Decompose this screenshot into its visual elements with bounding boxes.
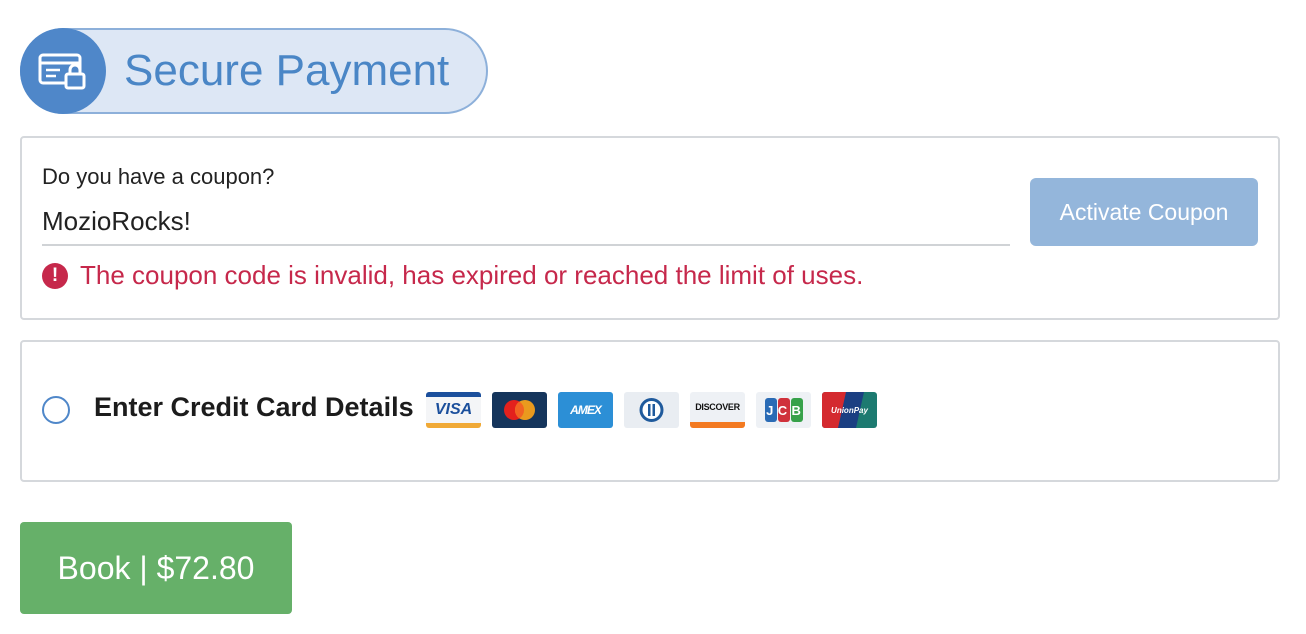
- visa-logo-text: VISA: [434, 401, 473, 418]
- amex-logo-text: AMEX: [570, 403, 602, 417]
- jcb-letter-j: J: [766, 402, 774, 418]
- jcb-letter-c: C: [777, 402, 788, 418]
- credit-card-radio[interactable]: [42, 396, 70, 424]
- coupon-question-label: Do you have a coupon?: [42, 164, 275, 189]
- credit-card-option-label[interactable]: Enter Credit Card Details: [94, 392, 414, 423]
- coupon-error-message: The coupon code is invalid, has expired …: [80, 260, 864, 290]
- activate-coupon-button[interactable]: Activate Coupon: [1030, 178, 1258, 246]
- card-logos: VISA AMEX DISCOVER J C B UnionPay: [426, 392, 888, 428]
- amex-logo-icon: AMEX: [558, 392, 613, 428]
- credit-card-lock-icon: [20, 28, 106, 114]
- book-button[interactable]: Book | $72.80: [20, 522, 292, 614]
- discover-logo-text: DISCOVER: [695, 402, 740, 412]
- coupon-input[interactable]: [42, 198, 1010, 246]
- credit-card-panel: Enter Credit Card Details VISA AMEX DISC…: [20, 340, 1280, 482]
- coupon-panel: Do you have a coupon? Activate Coupon ! …: [20, 136, 1280, 320]
- diners-club-logo-icon: [624, 392, 679, 428]
- coupon-error: ! The coupon code is invalid, has expire…: [42, 260, 863, 291]
- mastercard-logo-icon: [492, 392, 547, 428]
- jcb-logo-icon: J C B: [756, 392, 811, 428]
- unionpay-logo-icon: UnionPay: [822, 392, 877, 428]
- discover-logo-icon: DISCOVER: [690, 392, 745, 428]
- visa-logo-icon: VISA: [426, 392, 481, 428]
- secure-payment-header: Secure Payment: [20, 28, 488, 114]
- error-exclamation-icon: !: [42, 262, 68, 289]
- unionpay-logo-text: UnionPay: [831, 405, 868, 415]
- page-title: Secure Payment: [124, 46, 450, 95]
- jcb-letter-b: B: [791, 402, 801, 418]
